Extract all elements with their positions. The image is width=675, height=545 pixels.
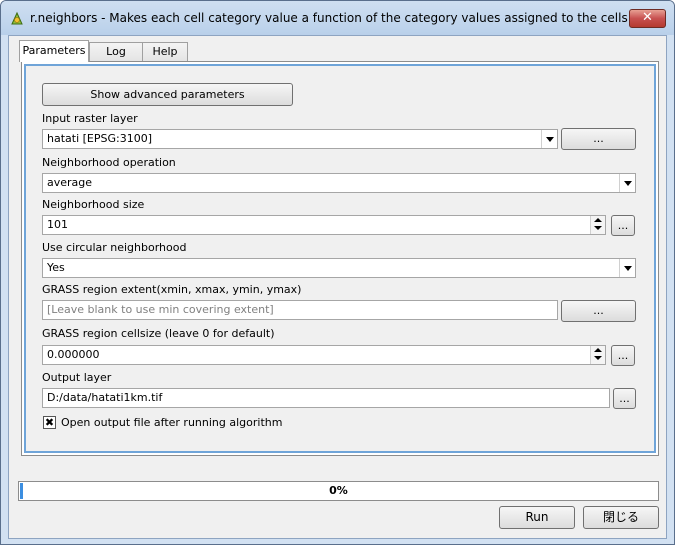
spinner-arrows-icon[interactable] <box>590 346 605 364</box>
output-label: Output layer <box>42 371 112 384</box>
operation-label: Neighborhood operation <box>42 156 176 169</box>
circular-value: Yes <box>47 261 65 274</box>
cellsize-label: GRASS region cellsize (leave 0 for defau… <box>42 327 275 340</box>
output-value: D:/data/hatati1km.tif <box>47 391 163 404</box>
circular-label: Use circular neighborhood <box>42 241 187 254</box>
size-spinbox[interactable]: 101 <box>42 215 606 235</box>
input-raster-value: hatati [EPSG:3100] <box>47 132 153 145</box>
chevron-down-icon[interactable] <box>619 174 635 192</box>
dialog-client: Parameters Log Help Show advanced parame… <box>8 35 667 539</box>
progress-text: 0% <box>329 484 348 497</box>
circular-select[interactable]: Yes <box>42 258 636 278</box>
title-bar[interactable]: r.neighbors - Makes each cell category v… <box>1 1 674 35</box>
tab-log[interactable]: Log <box>89 42 143 62</box>
chevron-down-icon[interactable] <box>619 259 635 277</box>
open-output-checkbox[interactable]: ✖ <box>43 416 56 429</box>
size-label: Neighborhood size <box>42 198 145 211</box>
size-value: 101 <box>47 218 68 231</box>
show-advanced-button[interactable]: Show advanced parameters <box>42 83 293 106</box>
extent-browse-button[interactable]: ... <box>561 300 636 322</box>
extent-input[interactable]: [Leave blank to use min covering extent] <box>42 300 558 320</box>
cellsize-browse-button[interactable]: ... <box>611 345 635 366</box>
cellsize-value: 0.000000 <box>47 348 100 361</box>
output-input[interactable]: D:/data/hatati1km.tif <box>42 388 610 408</box>
qgis-icon <box>11 11 23 25</box>
window-title: r.neighbors - Makes each cell category v… <box>30 11 630 25</box>
operation-select[interactable]: average <box>42 173 636 193</box>
output-browse-button[interactable]: ... <box>613 388 636 409</box>
extent-label: GRASS region extent(xmin, xmax, ymin, ym… <box>42 283 302 296</box>
parameters-form: Show advanced parameters Input raster la… <box>24 64 656 453</box>
run-button[interactable]: Run <box>499 506 575 529</box>
progress-bar: 0% <box>18 481 659 501</box>
input-raster-label: Input raster layer <box>42 112 138 125</box>
chevron-down-icon[interactable] <box>541 130 557 148</box>
input-raster-browse-button[interactable]: ... <box>561 128 636 150</box>
dialog-window: r.neighbors - Makes each cell category v… <box>0 0 675 545</box>
spinner-arrows-icon[interactable] <box>590 216 605 234</box>
extent-placeholder: [Leave blank to use min covering extent] <box>47 303 274 316</box>
open-output-label: Open output file after running algorithm <box>61 416 283 429</box>
input-raster-select[interactable]: hatati [EPSG:3100] <box>42 129 558 149</box>
size-browse-button[interactable]: ... <box>611 215 635 236</box>
cellsize-spinbox[interactable]: 0.000000 <box>42 345 606 365</box>
parameters-panel: Show advanced parameters Input raster la… <box>21 61 659 456</box>
tab-parameters[interactable]: Parameters <box>19 40 89 62</box>
tab-help[interactable]: Help <box>142 42 188 62</box>
close-icon[interactable]: ✕ <box>629 9 666 28</box>
close-button[interactable]: 閉じる <box>583 506 659 529</box>
operation-value: average <box>47 176 93 189</box>
